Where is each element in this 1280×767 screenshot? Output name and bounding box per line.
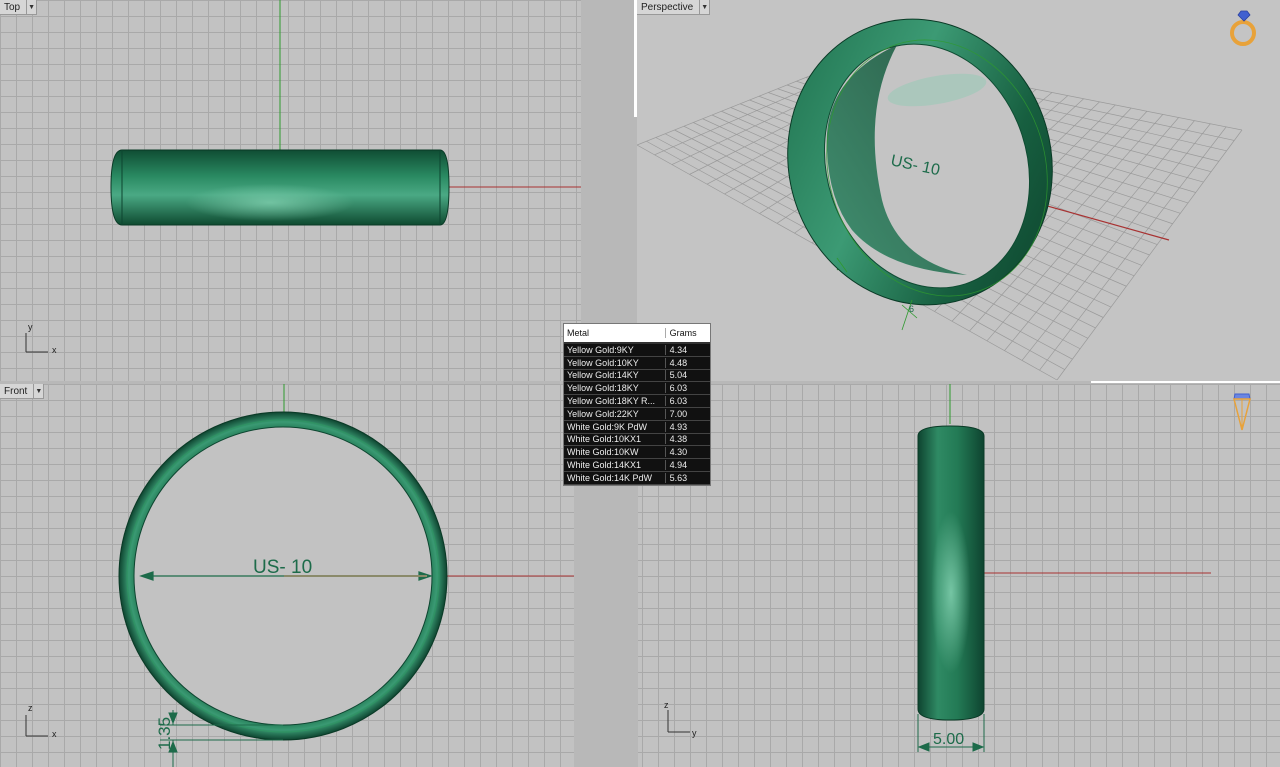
- axis-label-x: x: [52, 345, 57, 355]
- axis-label-y: y: [28, 322, 33, 332]
- axis-label-y: y: [692, 728, 697, 738]
- axis-gizmo: [25, 715, 48, 737]
- ring-icon[interactable]: [1227, 9, 1261, 49]
- grams-cell: 4.94: [664, 460, 710, 471]
- metal-name-cell: Yellow Gold:14KY: [567, 370, 639, 381]
- grams-cell: 4.48: [664, 357, 710, 368]
- axis-label-x: x: [52, 729, 57, 739]
- table-row[interactable]: Yellow Gold:18KY 6.03: [564, 382, 710, 396]
- table-header: Metal Grams: [564, 324, 710, 344]
- table-row[interactable]: Yellow Gold:9KY 4.34: [564, 344, 710, 357]
- viewport-tab-front[interactable]: Front ▼: [0, 384, 45, 399]
- width-label: 5.00: [933, 731, 964, 748]
- table-row[interactable]: Yellow Gold:22KY 7.00: [564, 408, 710, 421]
- grams-cell: 4.30: [664, 447, 710, 458]
- viewport-front[interactable]: US- 10 1.35 Front ▼ z x: [0, 384, 574, 767]
- table-row[interactable]: Yellow Gold:18KY R... 6.03: [564, 395, 710, 408]
- viewport-title: Top: [4, 1, 21, 13]
- perspective-canvas: US- 10 6: [637, 18, 1243, 381]
- grams-cell: 4.93: [664, 421, 710, 432]
- table-body: Yellow Gold:9KY 4.34 Yellow Gold:10KY 4.48 Y…: [564, 344, 710, 485]
- axis-gizmo: [667, 710, 690, 733]
- viewport-top[interactable]: Top ▼ y x: [0, 0, 581, 381]
- metal-name-cell: White Gold:10KX1: [567, 434, 642, 445]
- grams-cell: 5.63: [664, 472, 710, 483]
- metal-name-cell: White Gold:14K PdW: [567, 472, 653, 483]
- metal-name-cell: Yellow Gold:18KY R...: [567, 396, 656, 407]
- table-row[interactable]: White Gold:9K PdW 4.93: [564, 421, 710, 434]
- metal-name-cell: White Gold:14KX1: [567, 460, 642, 471]
- table-row[interactable]: White Gold:14KX1 4.94: [564, 459, 710, 472]
- grams-cell: 4.38: [664, 434, 710, 445]
- column-header-grams: Grams: [664, 328, 710, 338]
- top-view-canvas: [25, 0, 581, 353]
- table-row[interactable]: Yellow Gold:14KY 5.04: [564, 370, 710, 383]
- table-row[interactable]: White Gold:14K PdW 5.63: [564, 472, 710, 485]
- metal-name-cell: White Gold:9K PdW: [567, 421, 648, 432]
- column-header-metal: Metal: [567, 328, 590, 338]
- viewport-menu-chevron-icon[interactable]: ▼: [26, 0, 36, 14]
- viewport-title: Front: [4, 385, 28, 397]
- table-row[interactable]: White Gold:10KW 4.30: [564, 446, 710, 460]
- metal-name-cell: Yellow Gold:10KY: [567, 357, 639, 368]
- table-row[interactable]: White Gold:10KX1 4.38: [564, 434, 710, 447]
- viewport-tab-perspective[interactable]: Perspective ▼: [637, 0, 711, 15]
- viewport-perspective[interactable]: US- 10 6 Perspective ▼: [637, 0, 1280, 381]
- grams-cell: 7.00: [664, 408, 710, 419]
- viewport-right[interactable]: 5.00 z y: [638, 384, 1280, 767]
- metal-name-cell: Yellow Gold:9KY: [567, 344, 634, 355]
- metal-weight-table: Metal Grams Yellow Gold:9KY 4.34 Yellow Go…: [563, 323, 711, 486]
- front-view-canvas: US- 10 1.35: [25, 384, 574, 767]
- metal-name-cell: Yellow Gold:18KY: [567, 383, 639, 394]
- metal-name-cell: White Gold:10KW: [567, 447, 639, 458]
- size-label: US- 10: [253, 557, 312, 578]
- small-dim-label: 6: [909, 304, 914, 314]
- viewport-title: Perspective: [641, 1, 694, 13]
- axis-label-z: z: [664, 700, 669, 710]
- table-row[interactable]: Yellow Gold:10KY 4.48: [564, 357, 710, 370]
- metal-name-cell: Yellow Gold:22KY: [567, 408, 639, 419]
- grams-cell: 6.03: [664, 396, 710, 407]
- viewport-menu-chevron-icon[interactable]: ▼: [699, 0, 709, 14]
- right-view-canvas: 5.00: [667, 384, 1211, 752]
- axis-gizmo: [25, 333, 48, 353]
- gem-side-icon[interactable]: [1230, 390, 1254, 434]
- grams-cell: 4.34: [664, 344, 710, 355]
- rhino-workspace: Top ▼ y x US- 10 6 Perspective ▼ US- 10 …: [0, 0, 1280, 767]
- grams-cell: 5.04: [664, 370, 710, 381]
- ring-side-view: [917, 425, 985, 721]
- thickness-label: 1.35: [155, 717, 174, 750]
- axis-label-z: z: [28, 703, 33, 713]
- grams-cell: 6.03: [664, 383, 710, 394]
- ring-top-projection: [110, 149, 450, 226]
- viewport-tab-top[interactable]: Top ▼: [0, 0, 38, 15]
- viewport-menu-chevron-icon[interactable]: ▼: [33, 384, 43, 398]
